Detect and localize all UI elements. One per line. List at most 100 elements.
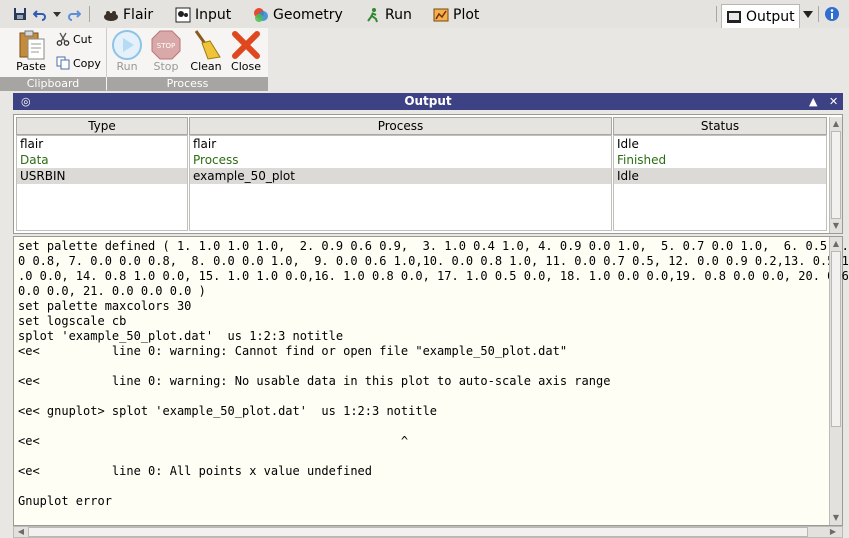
tab-run[interactable]: Run <box>365 4 412 26</box>
paste-button[interactable]: Paste <box>12 28 50 76</box>
panel-header: ◎ Output ▲ ✕ <box>13 93 843 110</box>
flair-icon <box>103 7 119 23</box>
output-line: <e< ^ <box>18 434 409 448</box>
input-icon <box>175 7 191 23</box>
scroll-down-icon[interactable]: ▼ <box>831 513 841 523</box>
tab-flair[interactable]: Flair <box>103 4 153 26</box>
tab-label: Plot <box>453 7 480 23</box>
scroll-up-icon[interactable]: ▲ <box>831 239 841 249</box>
svg-text:STOP: STOP <box>157 42 175 50</box>
output-icon <box>726 9 742 25</box>
scroll-down-icon[interactable]: ▼ <box>831 221 841 231</box>
stop-label: Stop <box>153 60 179 73</box>
paste-label: Paste <box>16 60 46 73</box>
table-vertical-scrollbar[interactable]: ▲ ▼ <box>829 117 842 233</box>
run-icon <box>365 7 381 23</box>
output-console[interactable]: set palette defined ( 1. 1.0 1.0 1.0, 2.… <box>13 236 849 526</box>
close-label: Close <box>231 60 261 73</box>
table-cell-type[interactable]: flair <box>17 136 187 152</box>
copy-label: Copy <box>73 56 101 70</box>
copy-button[interactable]: Copy <box>56 54 101 72</box>
clipboard-group-label: Clipboard <box>0 77 106 91</box>
paste-icon <box>15 29 47 61</box>
scroll-up-icon[interactable]: ▲ <box>831 119 841 129</box>
scroll-right-icon[interactable]: ▶ <box>828 527 838 537</box>
table-cell-process[interactable]: example_50_plot <box>190 168 611 184</box>
separator <box>716 6 717 22</box>
tab-label: Run <box>385 7 412 23</box>
table-cell-type[interactable]: USRBIN <box>17 168 187 184</box>
process-group-label: Process <box>107 77 268 91</box>
close-button[interactable]: Close <box>227 28 265 76</box>
column-header-type[interactable]: Type <box>16 117 188 135</box>
tab-label: Flair <box>123 7 154 23</box>
run-circle-icon <box>111 29 143 61</box>
run-button[interactable]: Run <box>108 28 146 76</box>
output-line: 0.0 0.0, 21. 0.0 0.0 0.0 ) <box>18 284 206 298</box>
maximize-icon[interactable]: ▲ <box>809 93 817 110</box>
stop-sign-icon: STOP <box>150 29 182 61</box>
column-header-status[interactable]: Status <box>613 117 827 135</box>
scroll-thumb[interactable] <box>831 251 841 427</box>
scissors-icon <box>56 32 70 46</box>
tab-output[interactable]: Output <box>721 4 800 28</box>
output-text: set palette defined ( 1. 1.0 1.0 1.0, 2.… <box>18 239 849 509</box>
plot-icon <box>433 7 449 23</box>
output-line: set palette defined ( 1. 1.0 1.0 1.0, 2.… <box>18 239 849 253</box>
help-icon[interactable] <box>824 6 840 22</box>
close-icon[interactable]: ✕ <box>829 93 838 110</box>
tab-menu-dropdown-icon[interactable] <box>803 8 813 20</box>
table-cell-type[interactable]: Data <box>17 152 187 168</box>
undo-icon[interactable] <box>32 7 47 21</box>
column-header-process[interactable]: Process <box>189 117 612 135</box>
scroll-left-icon[interactable]: ◀ <box>16 527 26 537</box>
tab-label: Geometry <box>273 7 343 23</box>
main-tabbar: Flair Input Geometry Run Plot Output <box>0 0 849 28</box>
geometry-icon <box>253 7 269 23</box>
run-label: Run <box>116 60 138 73</box>
output-horizontal-scrollbar[interactable]: ◀ ▶ <box>13 526 843 538</box>
output-line: 0 0.8, 7. 0.0 0.0 0.8, 8. 0.0 0.0 1.0, 9… <box>18 254 849 268</box>
tab-label: Output <box>746 8 795 25</box>
group-separator <box>106 28 107 77</box>
output-line: <e< line 0: All points x value undefined <box>18 464 373 478</box>
process-table: Type Process Status flair Data USRBIN fl… <box>13 114 843 234</box>
copy-icon <box>56 56 70 70</box>
close-x-icon <box>230 29 262 61</box>
cut-label: Cut <box>73 32 92 46</box>
tab-label: Input <box>195 7 232 23</box>
clean-button[interactable]: Clean <box>187 28 225 76</box>
output-line: set logscale cb <box>18 314 127 328</box>
output-vertical-scrollbar[interactable]: ▲ ▼ <box>829 237 842 525</box>
redo-icon[interactable] <box>67 7 82 21</box>
table-cell-status[interactable]: Finished <box>614 152 826 168</box>
table-cell-status[interactable]: Idle <box>614 136 826 152</box>
cut-button[interactable]: Cut <box>56 30 92 48</box>
type-column: flair Data USRBIN <box>16 135 188 231</box>
clean-label: Clean <box>190 60 222 73</box>
output-line: <e< line 0: warning: Cannot find or open… <box>18 344 568 358</box>
table-cell-process[interactable]: Process <box>190 152 611 168</box>
save-icon[interactable] <box>13 7 27 21</box>
tab-plot[interactable]: Plot <box>433 4 479 26</box>
output-line: Gnuplot error <box>18 494 112 508</box>
table-cell-process[interactable]: flair <box>190 136 611 152</box>
scroll-thumb[interactable] <box>831 131 841 219</box>
output-line: set palette maxcolors 30 <box>18 299 192 313</box>
separator <box>818 6 819 22</box>
tab-geometry[interactable]: Geometry <box>253 4 343 26</box>
tab-input[interactable]: Input <box>175 4 231 26</box>
ribbon: Paste Cut Copy Clipboard Run STOP Stop C… <box>0 28 268 91</box>
table-cell-status[interactable]: Idle <box>614 168 826 184</box>
output-line: <e< gnuplot> splot 'example_50_plot.dat'… <box>18 404 438 418</box>
output-line: .0 0.0, 14. 0.8 1.0 0.0, 15. 1.0 1.0 0.0… <box>18 269 849 283</box>
dropdown-icon[interactable] <box>52 7 62 21</box>
scroll-thumb[interactable] <box>28 527 808 537</box>
output-line: <e< line 0: warning: No usable data in t… <box>18 374 611 388</box>
stop-button[interactable]: STOP Stop <box>147 28 185 76</box>
separator <box>89 6 90 22</box>
